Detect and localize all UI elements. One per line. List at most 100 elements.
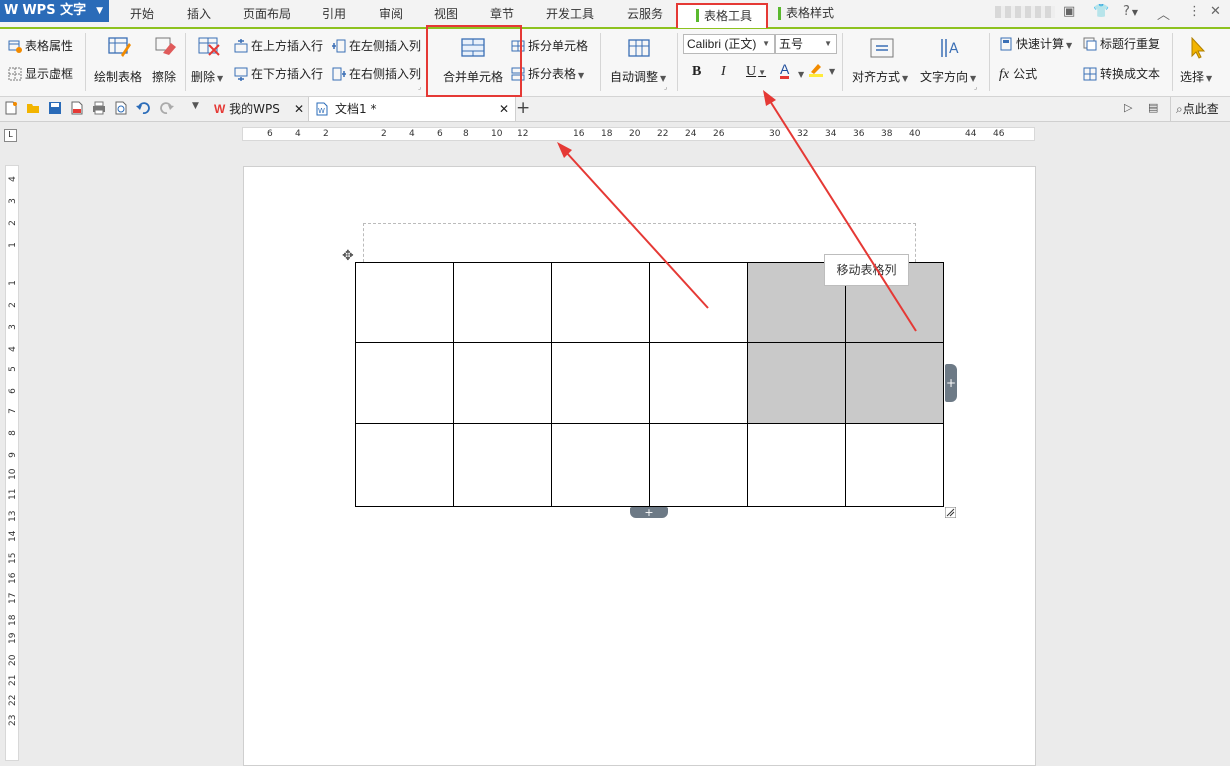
tab-table-tools[interactable]: 表格工具 <box>676 3 768 28</box>
horizontal-ruler[interactable]: 6 4 2 2 4 6 8 10 12 16 18 20 22 24 26 30 32 34 36 38 40 44 46 <box>242 127 1035 141</box>
search-box[interactable]: ⌕点此查 <box>1170 97 1230 121</box>
text-direction-label: 文字方向 ▼ <box>920 70 977 84</box>
tab-insert[interactable]: 插入 <box>187 5 211 22</box>
redo-icon[interactable] <box>160 101 174 115</box>
close-icon[interactable]: ✕ <box>294 97 304 121</box>
align-button[interactable]: 对齐方式 ▼ <box>852 33 914 91</box>
table-cell[interactable] <box>453 261 552 344</box>
table-cell[interactable] <box>649 422 748 508</box>
table-cell[interactable] <box>551 261 650 344</box>
tab-home[interactable]: 开始 <box>130 5 154 22</box>
more-options-icon[interactable]: ⋮ <box>1188 4 1201 19</box>
highlight-button[interactable]: ▼ <box>808 61 835 77</box>
italic-button[interactable]: I <box>721 64 726 80</box>
quick-calc-button[interactable]: 快速计算 ▼ <box>999 35 1072 52</box>
doc-tab-my-wps[interactable]: W 我的WPS ✕ <box>210 97 308 121</box>
collapse-ribbon-icon[interactable]: ︿ <box>1157 4 1170 23</box>
convert-to-text-button[interactable]: 转换成文本 <box>1083 65 1160 82</box>
open-folder-icon[interactable] <box>26 101 40 115</box>
table-cell[interactable] <box>747 422 846 508</box>
table-move-handle-icon[interactable]: ✥ <box>342 248 358 264</box>
shirt-icon[interactable]: 👕 <box>1093 4 1109 19</box>
table-cell[interactable] <box>845 422 944 508</box>
tab-list-icon[interactable]: ▤ <box>1148 101 1158 114</box>
group-launcher-icon[interactable]: ⌟ <box>664 83 667 91</box>
doc-tab-document1[interactable]: W 文档1 * ✕ <box>308 97 516 121</box>
table-cell[interactable] <box>551 422 650 508</box>
table-cell[interactable] <box>845 342 944 424</box>
skin-icon[interactable]: ▣ <box>1063 4 1075 19</box>
tab-developer[interactable]: 开发工具 <box>546 5 594 22</box>
table-cell[interactable] <box>355 422 454 508</box>
insert-row-above-button[interactable]: 在上方插入行 <box>234 37 323 54</box>
tab-review[interactable]: 审阅 <box>379 5 403 22</box>
auto-fit-icon <box>628 39 650 57</box>
draw-table-button[interactable]: 绘制表格 <box>94 33 144 91</box>
delete-label: 删除 ▼ <box>191 70 224 84</box>
print-preview-icon[interactable] <box>114 101 128 115</box>
table-cell[interactable] <box>453 422 552 508</box>
ruler-tick-label: 2 <box>8 302 18 308</box>
insert-row-below-button[interactable]: 在下方插入行 <box>234 65 323 82</box>
header-repeat-button[interactable]: 标题行重复 <box>1083 35 1160 52</box>
divider <box>842 33 843 91</box>
table-cell[interactable] <box>355 342 454 424</box>
table-cell[interactable] <box>551 342 650 424</box>
underline-button[interactable]: U ▼ <box>746 64 766 80</box>
select-button[interactable]: 选择 ▼ <box>1178 33 1222 91</box>
bold-button[interactable]: B <box>692 64 701 80</box>
add-column-button[interactable]: + <box>945 364 957 402</box>
app-name: WPS 文字 <box>22 3 87 18</box>
erase-label: 擦除 <box>152 70 177 84</box>
font-name-select[interactable]: Calibri (正文) ▼ <box>683 34 775 54</box>
tab-table-style[interactable]: 表格样式 <box>776 3 834 24</box>
chevron-down-icon[interactable]: ▼ <box>796 66 804 80</box>
help-icon[interactable]: ? ▼ <box>1123 4 1138 19</box>
tab-page-layout[interactable]: 页面布局 <box>243 5 291 22</box>
table-resize-handle-icon[interactable] <box>945 507 956 518</box>
sidebar-toggle-icon[interactable]: ▷ <box>1124 101 1132 114</box>
table-cell[interactable] <box>649 342 748 424</box>
tab-cloud[interactable]: 云服务 <box>627 5 663 22</box>
font-size-select[interactable]: 五号 ▼ <box>775 34 837 54</box>
tab-view[interactable]: 视图 <box>434 5 458 22</box>
tab-stop-selector[interactable]: L <box>4 129 17 142</box>
table-cell[interactable] <box>747 342 846 424</box>
close-icon[interactable]: ✕ <box>1210 4 1221 19</box>
table-cell[interactable] <box>649 261 748 344</box>
vertical-ruler[interactable]: 4 3 2 1 1 2 3 4 5 6 7 8 9 10 11 13 14 15 16 17 18 19 20 21 22 23 <box>5 165 19 761</box>
new-document-icon[interactable] <box>4 101 18 115</box>
tab-chapter[interactable]: 章节 <box>490 5 514 22</box>
auto-fit-button[interactable]: 自动调整 ▼ <box>609 33 671 91</box>
table-cell[interactable] <box>355 261 454 344</box>
delete-button[interactable]: 删除 ▼ <box>191 33 227 91</box>
table-cell[interactable] <box>453 342 552 424</box>
divider <box>600 33 601 91</box>
split-cells-button[interactable]: 拆分单元格 <box>511 37 588 54</box>
font-size-value: 五号 <box>779 37 804 51</box>
erase-button[interactable]: 擦除 <box>150 33 180 91</box>
divider <box>1172 33 1173 91</box>
insert-col-left-button[interactable]: 在左侧插入列 <box>332 37 421 54</box>
tab-references[interactable]: 引用 <box>322 5 346 22</box>
formula-button[interactable]: fx 公式 <box>999 65 1037 83</box>
group-launcher-icon[interactable]: ⌟ <box>418 83 421 91</box>
export-pdf-icon[interactable] <box>70 101 84 115</box>
ruler-tick-label: 10 <box>8 468 18 480</box>
ruler-tick-label: 14 <box>8 530 18 542</box>
insert-col-right-button[interactable]: 在右侧插入列 <box>332 65 421 82</box>
add-row-button[interactable]: + <box>630 507 668 518</box>
group-launcher-icon[interactable]: ⌟ <box>974 83 977 91</box>
close-icon[interactable]: ✕ <box>499 97 509 121</box>
table-properties-button[interactable]: 表格属性 <box>8 37 73 54</box>
text-direction-button[interactable]: A 文字方向 ▼ <box>920 33 982 91</box>
save-icon[interactable] <box>48 101 62 115</box>
font-color-button[interactable]: A <box>780 62 790 79</box>
show-gridlines-button[interactable]: 显示虚框 <box>8 65 73 82</box>
print-icon[interactable] <box>92 101 106 115</box>
undo-icon[interactable] <box>136 101 150 115</box>
customize-toolbar-icon[interactable]: ▼ <box>192 101 199 111</box>
app-menu-button[interactable]: W WPS 文字 ▼ <box>0 0 109 22</box>
new-tab-button[interactable]: + <box>516 98 530 118</box>
document-table[interactable] <box>355 261 944 508</box>
